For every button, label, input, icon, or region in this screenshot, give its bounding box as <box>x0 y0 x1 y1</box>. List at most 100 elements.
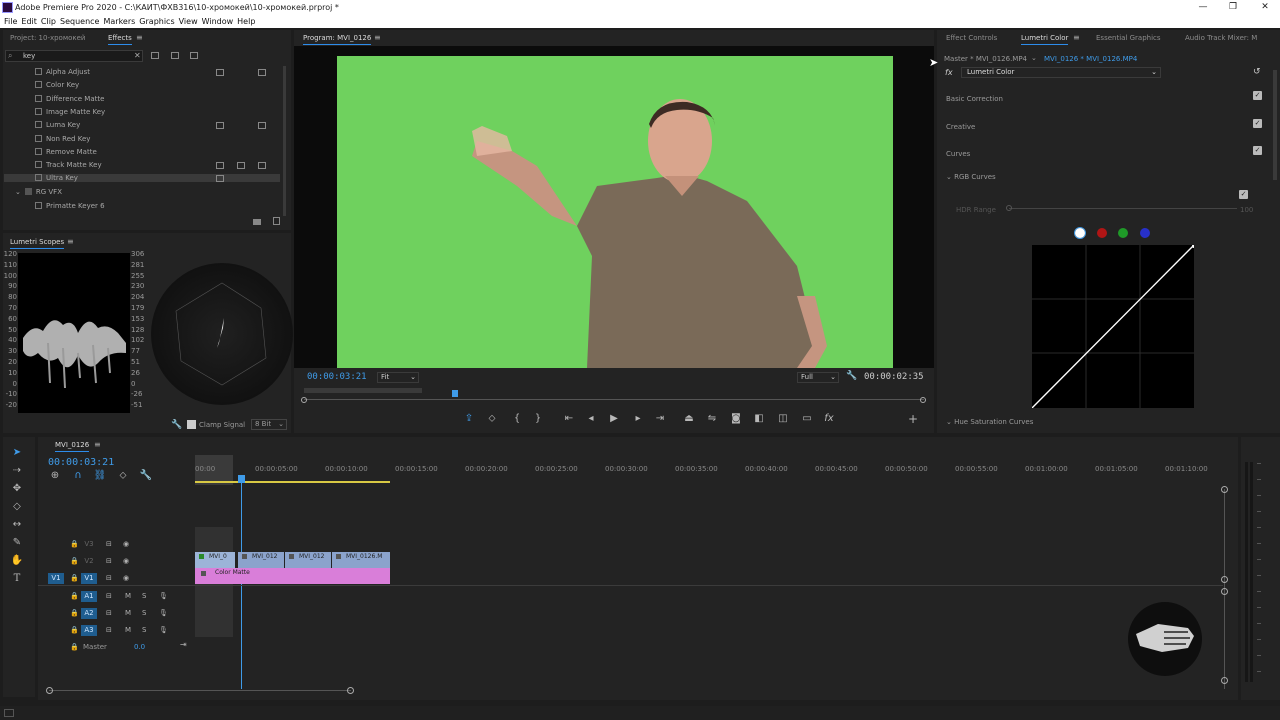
effect-item[interactable]: Image Matte Key <box>4 107 280 116</box>
master-clip-label[interactable]: Master * MVI_0126.MP4 <box>944 55 1027 63</box>
curves-checkbox[interactable]: ✓ <box>1253 146 1262 155</box>
hue-saturation-toggle[interactable]: ⌄ Hue Saturation Curves <box>946 418 1033 426</box>
track-target-v1[interactable]: V1 <box>81 573 97 584</box>
yuv-filter-icon[interactable] <box>190 52 198 59</box>
menu-markers[interactable]: Markers <box>103 17 135 26</box>
clip-v2-1[interactable]: MVI_0 <box>195 552 235 568</box>
track-lock-icon[interactable]: 🔒 <box>70 574 79 582</box>
clip-v2-3[interactable]: MVI_012 <box>285 552 331 568</box>
track-target-v2[interactable]: V2 <box>81 556 97 567</box>
tab-effect-controls[interactable]: Effect Controls <box>946 34 997 42</box>
sync-lock-icon[interactable]: ⊟ <box>106 540 112 548</box>
menu-sequence[interactable]: Sequence <box>60 17 99 26</box>
master-volume-value[interactable]: 0.0 <box>134 643 145 651</box>
clear-search-icon[interactable]: ✕ <box>134 51 141 60</box>
go-to-in-icon[interactable]: ⇤ <box>562 413 576 424</box>
channel-luma-button[interactable] <box>1074 227 1086 239</box>
rgb-curves-checkbox[interactable]: ✓ <box>1239 190 1248 199</box>
effect-item[interactable]: Alpha Adjust <box>4 68 280 76</box>
safe-margins-icon[interactable]: ▭ <box>800 413 814 424</box>
track-target-a1[interactable]: A1 <box>81 591 97 602</box>
minimize-button[interactable]: — <box>1188 0 1218 15</box>
tab-essential-graphics[interactable]: Essential Graphics <box>1096 34 1161 42</box>
section-basic-correction[interactable]: Basic Correction <box>946 95 1003 103</box>
master-expand-icon[interactable]: ⇥ <box>180 640 187 649</box>
comparison-view-icon[interactable]: ◧ <box>752 413 766 424</box>
effects-scrollbar[interactable] <box>283 66 286 216</box>
menu-graphics[interactable]: Graphics <box>139 17 174 26</box>
snap-icon[interactable]: ∩ <box>71 470 85 481</box>
effect-item[interactable]: Luma Key <box>4 121 280 129</box>
mute-button[interactable]: M <box>125 626 131 634</box>
32bit-filter-icon[interactable] <box>171 52 179 59</box>
mute-button[interactable]: M <box>125 609 131 617</box>
settings-wrench-icon[interactable]: 🔧 <box>846 371 857 381</box>
timeline-settings-icon[interactable]: 🔧 <box>139 470 153 481</box>
vzoom-handle-top[interactable] <box>1221 486 1228 493</box>
step-back-icon[interactable]: ◂ <box>584 413 598 424</box>
button-editor-plus-icon[interactable]: + <box>906 412 920 426</box>
rgb-curve-graph[interactable] <box>1031 244 1196 409</box>
microphone-icon[interactable]: 🎙 <box>159 626 168 634</box>
zoom-handle-left[interactable] <box>301 397 307 403</box>
hdr-range-slider[interactable] <box>1009 208 1237 209</box>
menu-edit[interactable]: Edit <box>21 17 37 26</box>
tab-audio-track-mixer[interactable]: Audio Track Mixer: M <box>1185 34 1275 42</box>
mute-button[interactable]: M <box>125 592 131 600</box>
tab-lumetri-color[interactable]: Lumetri Color <box>1021 34 1069 45</box>
track-lock-icon[interactable]: 🔒 <box>70 592 79 600</box>
selection-tool-icon[interactable]: ➤ <box>10 447 24 458</box>
effects-search-input[interactable]: ⌕ key ✕ <box>5 50 143 62</box>
pen-tool-icon[interactable]: ✎ <box>10 537 24 548</box>
menu-window[interactable]: Window <box>202 17 234 26</box>
mark-out-icon[interactable]: } <box>531 413 545 424</box>
track-target-a2[interactable]: A2 <box>81 608 97 619</box>
active-clip-label[interactable]: MVI_0126 * MVI_0126.MP4 <box>1044 55 1137 63</box>
eye-icon[interactable]: ◉ <box>123 557 129 565</box>
clip-color-matte[interactable]: Color Matte <box>195 568 390 584</box>
source-patch-v1[interactable]: V1 <box>48 573 64 584</box>
lift-icon[interactable]: ⏏ <box>682 413 696 424</box>
fit-select[interactable]: Fit ⌄ <box>377 372 419 383</box>
sync-lock-icon[interactable]: ⊟ <box>106 557 112 565</box>
clamp-signal-checkbox[interactable] <box>187 420 196 429</box>
vzoom-handle-mid[interactable] <box>1221 576 1228 583</box>
channel-blue-button[interactable] <box>1140 228 1150 238</box>
panel-menu-icon[interactable]: ≡ <box>374 33 381 42</box>
type-tool-icon[interactable]: T <box>10 573 24 584</box>
lift-export-icon[interactable]: ⇪ <box>462 413 476 424</box>
sync-lock-icon[interactable]: ⊟ <box>106 592 112 600</box>
sync-lock-icon[interactable]: ⊟ <box>106 609 112 617</box>
master-lock-icon[interactable]: 🔒 <box>70 643 79 651</box>
program-timecode[interactable]: 00:00:03:21 <box>307 372 367 382</box>
tab-sequence[interactable]: MVI_0126 <box>55 441 90 452</box>
tab-lumetri-scopes[interactable]: Lumetri Scopes <box>10 238 65 249</box>
vzoom-handle-mid2[interactable] <box>1221 588 1228 595</box>
playhead-icon[interactable] <box>452 390 458 397</box>
eye-icon[interactable]: ◉ <box>123 574 129 582</box>
panel-menu-icon[interactable]: ≡ <box>136 33 143 42</box>
nest-toggle-icon[interactable]: ⊕ <box>48 470 62 481</box>
track-lock-icon[interactable]: 🔒 <box>70 609 79 617</box>
go-to-out-icon[interactable]: ⇥ <box>653 413 667 424</box>
microphone-icon[interactable]: 🎙 <box>159 609 168 617</box>
basic-correction-checkbox[interactable]: ✓ <box>1253 91 1262 100</box>
solo-button[interactable]: S <box>142 592 146 600</box>
tab-project[interactable]: Project: 10-хромокей <box>10 34 85 42</box>
track-select-tool-icon[interactable]: ⇢ <box>10 465 24 476</box>
razor-tool-icon[interactable]: ◇ <box>10 501 24 512</box>
track-lock-icon[interactable]: 🔒 <box>70 557 79 565</box>
slip-tool-icon[interactable]: ↔ <box>10 519 24 530</box>
export-frame-icon[interactable]: ◙ <box>729 413 743 424</box>
hdr-range-handle[interactable] <box>1006 205 1012 211</box>
effect-item[interactable]: Color Key <box>4 81 280 89</box>
zoom-handle-left[interactable] <box>46 687 53 694</box>
creative-checkbox[interactable]: ✓ <box>1253 119 1262 128</box>
panel-menu-icon[interactable]: ≡ <box>67 237 74 246</box>
vzoom-handle-bottom[interactable] <box>1221 677 1228 684</box>
zoom-handle-right[interactable] <box>920 397 926 403</box>
solo-button[interactable]: S <box>142 609 146 617</box>
new-folder-icon[interactable] <box>253 219 261 225</box>
clip-v2-2[interactable]: MVI_012 <box>238 552 284 568</box>
close-button[interactable]: ✕ <box>1250 0 1280 15</box>
